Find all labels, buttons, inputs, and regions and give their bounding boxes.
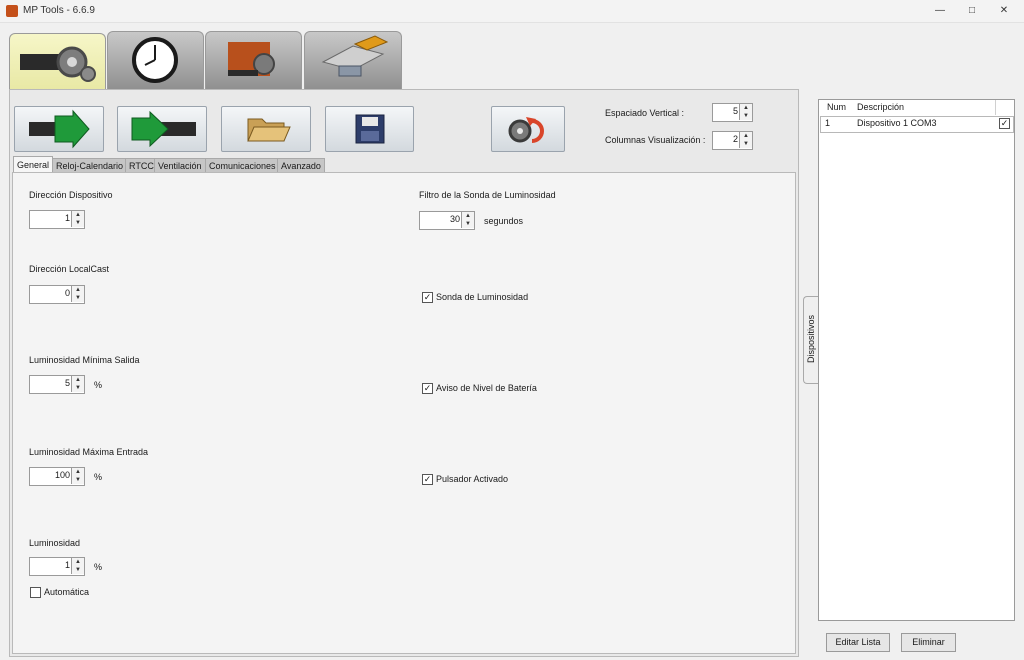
write-device-arrow-icon — [131, 110, 196, 148]
write-device-button[interactable] — [117, 106, 207, 152]
tab-clock[interactable] — [107, 31, 204, 90]
spin-down-icon[interactable]: ▼ — [71, 219, 84, 227]
reset-settings-button[interactable] — [491, 106, 565, 152]
dispositivos-side-tab-label: Dispositivos — [806, 315, 816, 364]
spin-down-icon[interactable]: ▼ — [739, 112, 752, 120]
title-bar — [0, 0, 1024, 23]
direccion-dispositivo-spinner[interactable]: 1 ▲ ▼ — [29, 210, 85, 229]
tab-ventilacion[interactable]: Ventilación — [154, 158, 206, 173]
spinner-value: 0 — [64, 288, 70, 298]
filtro-sonda-spinner[interactable]: 30 ▲ ▼ — [419, 211, 475, 230]
serial-cable-icon — [321, 35, 389, 77]
gear-card-icon — [20, 46, 96, 82]
automatica-checkbox[interactable] — [30, 587, 41, 598]
tab-reloj-calendario[interactable]: Reloj-Calendario — [52, 158, 128, 173]
spinner-value: 2 — [732, 134, 738, 144]
device-description-cell: Dispositivo 1 COM3 — [857, 118, 937, 128]
mp-tools-logo-icon — [228, 42, 275, 76]
sonda-luminosidad-checkbox[interactable]: ✓ — [422, 292, 433, 303]
open-folder-icon — [247, 118, 291, 142]
spin-down-icon[interactable]: ▼ — [461, 220, 474, 228]
espaciado-vertical-spinner[interactable]: 5 ▲ ▼ — [712, 103, 753, 122]
spin-down-icon[interactable]: ▼ — [71, 294, 84, 302]
spinner-value: 5 — [732, 106, 738, 116]
delete-button[interactable]: Eliminar — [901, 633, 956, 652]
app-icon — [6, 5, 18, 17]
spinner-value: 100 — [54, 470, 70, 480]
maximize-icon[interactable]: □ — [958, 3, 986, 19]
columnas-visualizacion-label: Columnas Visualización : — [605, 135, 706, 145]
direccion-dispositivo-label: Dirección Dispositivo — [29, 190, 113, 200]
direccion-localcast-spinner[interactable]: 0 ▲ ▼ — [29, 285, 85, 304]
columnas-visualizacion-spinner[interactable]: 2 ▲ ▼ — [712, 131, 753, 150]
open-file-button[interactable] — [221, 106, 311, 152]
lum-min-salida-label: Luminosidad Mínima Salida — [29, 355, 140, 365]
device-enabled-checkbox[interactable]: ✓ — [999, 118, 1010, 129]
reset-settings-icon — [508, 117, 544, 143]
tab-communications-cable[interactable] — [304, 31, 402, 90]
general-content — [12, 172, 796, 654]
spin-down-icon[interactable]: ▼ — [71, 384, 84, 392]
minimize-icon[interactable]: — — [926, 3, 954, 19]
espaciado-vertical-label: Espaciado Vertical : — [605, 108, 685, 118]
device-list[interactable] — [818, 99, 1015, 621]
save-disk-icon — [355, 114, 385, 144]
luminosidad-spinner[interactable]: 1 ▲ ▼ — [29, 557, 85, 576]
clock-icon — [132, 37, 178, 83]
filtro-sonda-unit: segundos — [484, 216, 524, 226]
lum-min-salida-unit: % — [94, 380, 103, 390]
column-header-descripcion[interactable]: Descripción — [853, 100, 996, 115]
spin-down-icon[interactable]: ▼ — [71, 566, 84, 574]
luminosidad-unit: % — [94, 562, 103, 572]
read-device-button[interactable] — [14, 106, 104, 152]
edit-list-button[interactable]: Editar Lista — [826, 633, 890, 652]
tab-mp-tools[interactable] — [205, 31, 302, 90]
automatica-label: Automática — [44, 587, 90, 597]
lum-max-entrada-spinner[interactable]: 100 ▲ ▼ — [29, 467, 85, 486]
close-icon[interactable]: ✕ — [990, 3, 1018, 19]
direccion-localcast-label: Dirección LocalCast — [29, 264, 110, 274]
aviso-bateria-checkbox[interactable]: ✓ — [422, 383, 433, 394]
filtro-sonda-label: Filtro de la Sonda de Luminosidad — [419, 190, 556, 200]
spinner-value: 30 — [449, 214, 460, 224]
spin-down-icon[interactable]: ▼ — [71, 476, 84, 484]
tab-rtcc[interactable]: RTCC — [125, 158, 158, 173]
spinner-value: 1 — [64, 213, 70, 223]
tab-avanzado[interactable]: Avanzado — [277, 158, 325, 173]
read-device-arrow-icon — [29, 109, 90, 149]
lum-max-entrada-unit: % — [94, 472, 103, 482]
sonda-luminosidad-label: Sonda de Luminosidad — [436, 292, 529, 302]
lum-max-entrada-label: Luminosidad Máxima Entrada — [29, 447, 149, 457]
pulsador-label: Pulsador Activado — [436, 474, 509, 484]
aviso-bateria-label: Aviso de Nivel de Batería — [436, 383, 537, 393]
column-header-num[interactable]: Num — [823, 100, 854, 115]
tab-general-config[interactable] — [9, 33, 106, 91]
spin-down-icon[interactable]: ▼ — [739, 140, 752, 148]
lum-min-salida-spinner[interactable]: 5 ▲ ▼ — [29, 375, 85, 394]
luminosidad-label: Luminosidad — [29, 538, 81, 548]
spinner-value: 1 — [64, 560, 70, 570]
window-title: MP Tools - 6.6.9 — [23, 5, 95, 16]
spinner-value: 5 — [64, 378, 70, 388]
pulsador-checkbox[interactable]: ✓ — [422, 474, 433, 485]
device-num-cell: 1 — [825, 118, 831, 128]
tab-comunicaciones[interactable]: Comunicaciones — [205, 158, 280, 173]
save-file-button[interactable] — [325, 106, 414, 152]
